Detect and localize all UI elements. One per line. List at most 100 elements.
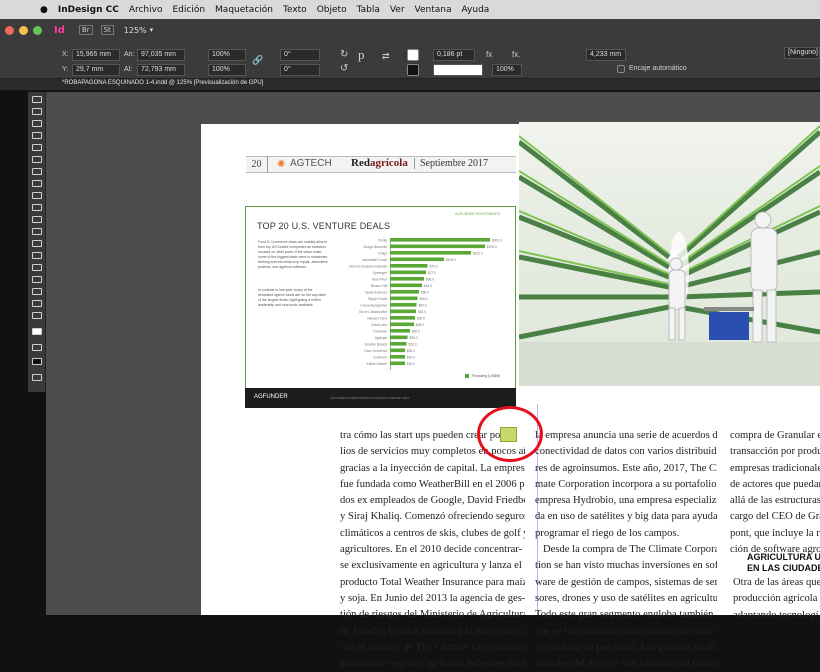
greenhouse-photo[interactable] — [519, 122, 820, 386]
rotate-ccw-icon[interactable]: ↺ — [340, 63, 348, 74]
value-label: $48.0 — [416, 323, 424, 327]
document-tab[interactable]: *ROBAPAGONA ESQUINADO 1-4.indd @ 125% [P… — [62, 80, 263, 86]
menu-bar: ● InDesign CC Archivo Edición Maquetació… — [0, 0, 820, 19]
scissors-tool-icon[interactable] — [32, 228, 42, 235]
bar — [390, 342, 407, 346]
infographic-bullet: Food E-Commerce deals are notably absent… — [258, 240, 328, 269]
greenhouse-image-icon — [519, 125, 820, 386]
menu-ver[interactable]: Ver — [390, 5, 405, 15]
zoom-window-icon[interactable] — [33, 25, 42, 35]
apple-menu-icon[interactable]: ● — [40, 5, 48, 15]
stroke-swatch-icon[interactable] — [407, 64, 419, 76]
content-collector-icon[interactable] — [32, 144, 42, 151]
direct-selection-tool-icon[interactable] — [32, 108, 42, 115]
category-label: Ripple Foods — [368, 297, 387, 301]
opacity-field[interactable]: 100% — [492, 64, 522, 76]
infographic-bullet: In contrast to last year, many of the de… — [258, 288, 327, 307]
gap-tool-icon[interactable] — [32, 132, 42, 139]
gradient-swatch-tool-icon[interactable] — [32, 252, 42, 259]
bar — [390, 348, 405, 353]
fill-swatch-icon[interactable] — [407, 49, 419, 61]
formatting-container-icon[interactable] — [32, 344, 42, 351]
bar — [390, 244, 485, 249]
type-tool-icon[interactable] — [32, 156, 42, 163]
rectangle-tool-icon[interactable] — [32, 216, 42, 223]
rotation-field[interactable]: 0° — [280, 49, 320, 61]
autofit-label: Encaje automático — [629, 65, 687, 72]
screen-mode-icon[interactable] — [32, 374, 42, 381]
gap-field[interactable]: 4,233 mm — [586, 49, 626, 61]
menu-app-name[interactable]: InDesign CC — [58, 5, 119, 15]
width-field[interactable]: 97,035 mm — [137, 49, 185, 61]
menu-objeto[interactable]: Objeto — [317, 5, 347, 15]
menu-tabla[interactable]: Tabla — [357, 5, 380, 15]
value-label: $68.0 — [426, 278, 434, 282]
bar — [390, 257, 444, 262]
menu-texto[interactable]: Texto — [283, 5, 307, 15]
text-line: cionales del agro se han lanzado con fue… — [535, 658, 717, 670]
x-field[interactable]: 15,965 mm — [72, 49, 120, 61]
menu-maquetacion[interactable]: Maquetación — [215, 5, 273, 15]
pencil-tool-icon[interactable] — [32, 192, 42, 199]
menu-edicion[interactable]: Edición — [172, 5, 205, 15]
height-field[interactable]: 72,793 mm — [137, 64, 185, 76]
shear-field[interactable]: 0° — [280, 64, 320, 76]
text-column-1[interactable]: tra cómo las start ups pueden crear por … — [340, 428, 525, 672]
text-line: la empresa anuncia una serie de acuerdos… — [535, 430, 717, 441]
constrain-proportions-icon[interactable]: 🔗 — [252, 55, 263, 66]
menu-ventana[interactable]: Ventana — [415, 5, 452, 15]
bar — [390, 238, 490, 242]
rotate-cw-icon[interactable]: ↻ — [340, 49, 348, 60]
text-line: programar el riego de los campos. — [535, 527, 680, 539]
type-on-path-icon[interactable]: p — [358, 47, 365, 63]
note-tool-icon[interactable] — [32, 276, 42, 283]
category-label: Zymergen — [373, 271, 388, 275]
effects-fx-button-icon[interactable]: fx. — [512, 50, 520, 59]
page-tool-icon[interactable] — [32, 120, 42, 127]
magazine-logo: Redagrícola — [351, 157, 408, 169]
text-line: Desde la compra de The Climate Corpora- — [543, 544, 717, 556]
bridge-button[interactable]: Br — [78, 25, 93, 35]
text-line: dos ex empleados de Google, David Friedb… — [340, 495, 525, 507]
value-label: $108.0 — [446, 258, 456, 262]
text-column-3[interactable]: compra de Granular es transacción por pr… — [730, 428, 820, 558]
free-transform-tool-icon[interactable] — [32, 240, 42, 247]
autofit-checkbox[interactable] — [617, 65, 625, 73]
scale-y-field[interactable]: 100% — [208, 64, 246, 76]
text-line: tion se han visto muchas inversiones en … — [535, 560, 717, 572]
scale-x-field[interactable]: 100% — [208, 49, 246, 61]
line-tool-icon[interactable] — [32, 168, 42, 175]
minimize-window-icon[interactable] — [19, 25, 28, 35]
pen-tool-icon[interactable] — [32, 180, 42, 187]
page-number: 20 — [246, 156, 268, 173]
zoom-tool-icon[interactable] — [32, 312, 42, 319]
object-style-select[interactable]: [Ninguno] — [784, 47, 820, 59]
effects-fx-icon[interactable]: fx — [486, 50, 492, 59]
subheading-line: AGRICULTURA URBA — [747, 552, 820, 562]
menu-archivo[interactable]: Archivo — [129, 5, 163, 15]
text-line: ware de gestión de campos, sistemas de s… — [535, 576, 717, 588]
eyedropper-tool-icon[interactable] — [32, 288, 42, 295]
zoom-dropdown-icon[interactable]: ▾ — [150, 26, 154, 34]
selection-tool-icon[interactable] — [32, 96, 42, 103]
flip-icon[interactable]: ⇄ — [382, 51, 390, 62]
close-window-icon[interactable] — [5, 25, 14, 35]
y-field[interactable]: 29,7 mm — [72, 64, 120, 76]
normal-mode-icon[interactable] — [32, 358, 42, 365]
stock-button[interactable]: St — [100, 25, 114, 35]
category-label: Apeel Sciences — [365, 291, 387, 295]
text-column-3b[interactable]: Otra de las áreas que producción agrícol… — [733, 575, 820, 624]
value-label: $33.0 — [409, 343, 417, 347]
bar — [390, 329, 410, 333]
gradient-feather-tool-icon[interactable] — [32, 264, 42, 271]
hand-tool-icon[interactable] — [32, 300, 42, 307]
stroke-weight-field[interactable]: 0,186 pt — [433, 49, 475, 61]
rectangle-frame-tool-icon[interactable] — [32, 204, 42, 211]
menu-ayuda[interactable]: Ayuda — [462, 5, 490, 15]
text-column-2[interactable]: la empresa anuncia una serie de acuerdos… — [535, 428, 717, 672]
fill-stroke-swatch-icon[interactable] — [32, 328, 42, 335]
category-label: Cocoa Aquaponics — [360, 304, 387, 308]
zoom-level[interactable]: 125% — [124, 26, 147, 35]
text-line: transacción por product — [730, 446, 820, 458]
stroke-type-field[interactable] — [433, 64, 483, 76]
